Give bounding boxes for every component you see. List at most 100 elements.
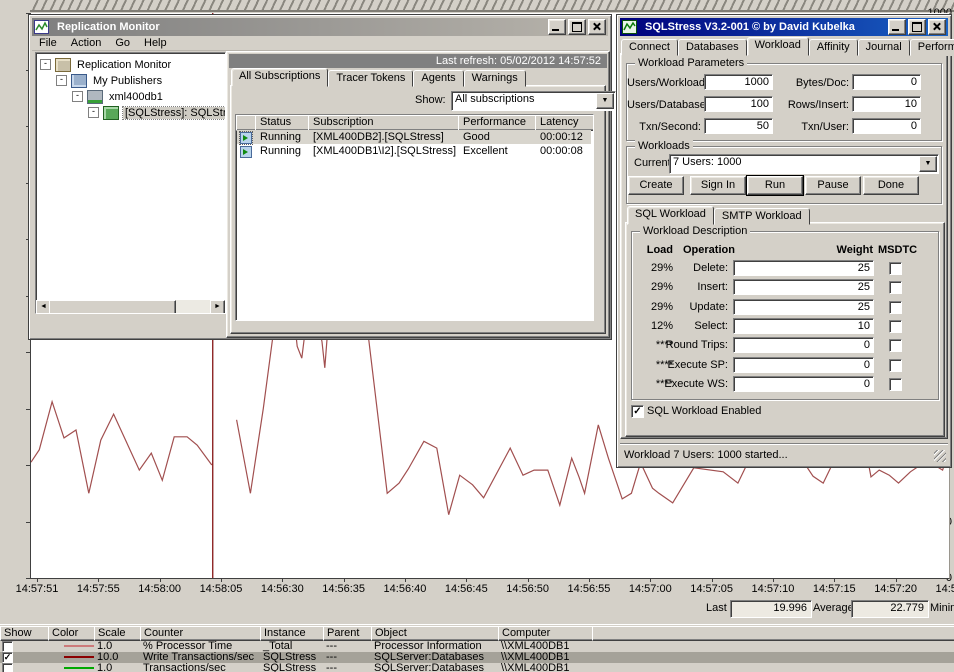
tree-item[interactable]: - [SQLStress]: SQLStress_Pub	[88, 105, 226, 120]
minimize-icon[interactable]	[888, 19, 906, 35]
tab-tracer-tokens[interactable]: Tracer Tokens	[328, 70, 413, 87]
msdtc-checkbox[interactable]	[889, 339, 902, 352]
msdtc-checkbox[interactable]	[889, 359, 902, 372]
col-header-msdtc: MSDTC	[878, 244, 917, 256]
replication-monitor-app-icon	[34, 20, 49, 34]
legend-column-header-color[interactable]: Color	[48, 626, 97, 641]
show-counter-checkbox[interactable]	[2, 663, 13, 672]
subs-column-header-Status[interactable]: Status	[255, 115, 312, 131]
field-input-users-database-[interactable]: 100	[704, 96, 773, 112]
tree-expand-icon[interactable]: -	[40, 59, 51, 70]
msdtc-checkbox[interactable]	[889, 262, 902, 275]
tree-item[interactable]: - xml400db1	[72, 89, 165, 104]
scrollbar-thumb[interactable]	[49, 300, 176, 314]
weight-input-execute-ws-[interactable]: 0	[733, 376, 874, 392]
legend-row[interactable]: ✓10.0Write Transactions/secSQLStress---S…	[0, 652, 954, 663]
operation-label: Select:	[658, 320, 728, 332]
tab-all-subscriptions[interactable]: All Subscriptions	[231, 68, 328, 87]
tree-horizontal-scrollbar[interactable]: ◄ ►	[36, 300, 225, 313]
maximize-icon[interactable]	[908, 19, 926, 35]
tab-agents[interactable]: Agents	[413, 70, 463, 87]
maximize-icon[interactable]	[568, 19, 586, 35]
weight-input-update-[interactable]: 25	[733, 299, 874, 315]
menu-action[interactable]: Action	[64, 36, 109, 50]
tab-smtp-workload[interactable]: SMTP Workload	[714, 208, 810, 225]
tab-performance[interactable]: Performance	[910, 39, 954, 56]
legend-column-header-counter[interactable]: Counter	[140, 626, 263, 641]
msdtc-checkbox[interactable]	[889, 301, 902, 314]
menu-go[interactable]: Go	[108, 36, 137, 50]
subscription-row[interactable]: Running[XML400DB1\I2].[SQLStress]Excelle…	[237, 144, 591, 158]
chevron-down-icon[interactable]: ▼	[596, 93, 614, 109]
show-counter-checkbox[interactable]	[2, 641, 13, 652]
tab-workload[interactable]: Workload	[747, 37, 809, 56]
tree-item[interactable]: - My Publishers	[56, 73, 164, 88]
field-input-bytes-doc-[interactable]: 0	[852, 74, 921, 90]
tree-item-label[interactable]: Replication Monitor	[75, 59, 173, 71]
minimize-icon[interactable]	[548, 19, 566, 35]
field-label: Rows/Insert:	[777, 99, 849, 111]
legend-scale: 10.0	[94, 652, 143, 663]
legend-column-header-parent[interactable]: Parent	[323, 626, 374, 641]
weight-input-execute-sp-[interactable]: 0	[733, 357, 874, 373]
x-axis-label: 14:57:25	[931, 583, 954, 595]
tree-item-label[interactable]: My Publishers	[91, 75, 164, 87]
run-button[interactable]: Run	[747, 176, 803, 195]
tree-expand-icon[interactable]: -	[72, 91, 83, 102]
field-input-users-workload-[interactable]: 1000	[704, 74, 773, 90]
field-input-rows-insert-[interactable]: 10	[852, 96, 921, 112]
field-input-txn-user-[interactable]: 0	[852, 118, 921, 134]
tree-expand-icon[interactable]: -	[88, 107, 99, 118]
subs-column-header-Performance[interactable]: Performance	[458, 115, 539, 131]
chevron-down-icon[interactable]: ▼	[919, 156, 937, 172]
stat-minimum-label: Minimum	[930, 602, 954, 614]
sqlstress-titlebar[interactable]: SQLStress V3.2-001 © by David Kubelka	[620, 18, 948, 36]
tree-expand-icon[interactable]: -	[56, 75, 67, 86]
pause-button[interactable]: Pause	[805, 176, 861, 195]
legend-parent: ---	[323, 663, 374, 672]
tab-journal[interactable]: Journal	[858, 39, 910, 56]
done-button[interactable]: Done	[863, 176, 919, 195]
weight-input-round-trips-[interactable]: 0	[733, 337, 874, 353]
legend-column-header-computer[interactable]: Computer	[498, 626, 595, 641]
close-icon[interactable]	[928, 19, 946, 35]
weight-input-insert-[interactable]: 25	[733, 279, 874, 295]
msdtc-checkbox[interactable]	[889, 320, 902, 333]
subs-column-header-Subscription[interactable]: Subscription	[308, 115, 462, 131]
resize-grip[interactable]	[934, 450, 946, 462]
sign-in-button[interactable]: Sign In	[690, 176, 746, 195]
tab-connect[interactable]: Connect	[621, 39, 678, 56]
weight-input-delete-[interactable]: 25	[733, 260, 874, 276]
subscription-row[interactable]: Running[XML400DB2].[SQLStress]Good00:00:…	[237, 130, 591, 144]
field-input-txn-second-[interactable]: 50	[704, 118, 773, 134]
legend-column-header-object[interactable]: Object	[371, 626, 501, 641]
show-subscriptions-combobox[interactable]: All subscriptions ▼	[451, 91, 616, 111]
subs-column-header-Latency[interactable]: Latency	[535, 115, 594, 131]
sql-workload-enabled-label: SQL Workload Enabled	[647, 405, 761, 417]
create-button[interactable]: Create	[628, 176, 684, 195]
tree-item[interactable]: - Replication Monitor	[40, 57, 173, 72]
show-counter-checkbox[interactable]: ✓	[2, 652, 13, 663]
replication-monitor-titlebar[interactable]: Replication Monitor	[32, 18, 608, 36]
current-workload-combobox[interactable]: 7 Users: 1000 ▼	[669, 154, 939, 174]
tab-sql-workload[interactable]: SQL Workload	[627, 206, 714, 225]
tree-item-label[interactable]: [SQLStress]: SQLStress_Pub	[123, 107, 226, 119]
menu-file[interactable]: File	[32, 36, 64, 50]
legend-row[interactable]: 1.0Transactions/secSQLStress---SQLServer…	[0, 663, 954, 672]
legend-object: SQLServer:Databases	[371, 663, 501, 672]
tab-warnings[interactable]: Warnings	[464, 70, 526, 87]
tab-databases[interactable]: Databases	[678, 39, 747, 56]
legend-column-header-show[interactable]: Show	[0, 626, 51, 641]
legend-row[interactable]: 1.0% Processor Time_Total---Processor In…	[0, 641, 954, 652]
legend-column-header-scale[interactable]: Scale	[94, 626, 143, 641]
weight-input-select-[interactable]: 10	[733, 318, 874, 334]
msdtc-checkbox[interactable]	[889, 281, 902, 294]
tree-item-label[interactable]: xml400db1	[107, 91, 165, 103]
tab-affinity[interactable]: Affinity	[809, 39, 858, 56]
msdtc-checkbox[interactable]	[889, 378, 902, 391]
close-icon[interactable]	[588, 19, 606, 35]
menu-help[interactable]: Help	[137, 36, 174, 50]
legend-column-header-instance[interactable]: Instance	[260, 626, 326, 641]
scroll-right-icon[interactable]: ►	[210, 300, 225, 314]
sql-workload-enabled-checkbox[interactable]: ✓	[631, 405, 644, 418]
